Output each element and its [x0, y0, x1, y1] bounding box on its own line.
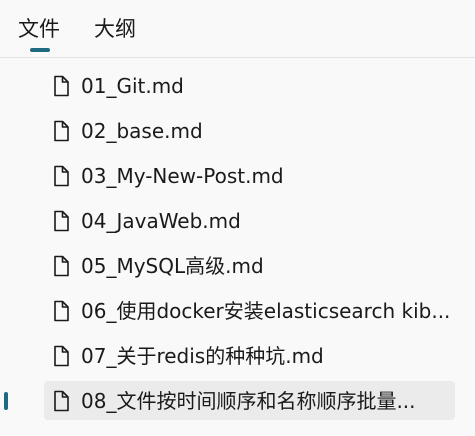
active-file-indicator — [4, 392, 8, 410]
tab-outline[interactable]: 大纲 — [94, 15, 136, 43]
file-name: 01_Git.md — [81, 74, 184, 98]
file-name: 03_My-New-Post.md — [81, 164, 284, 188]
file-icon — [54, 75, 69, 97]
file-explorer-panel: 文件 大纲 01_Git.md 02_base.md 03_My-New-Pos… — [0, 0, 475, 436]
file-icon — [54, 345, 69, 367]
file-name: 02_base.md — [81, 119, 203, 143]
sidebar-tabs: 文件 大纲 — [0, 0, 475, 57]
tab-files[interactable]: 文件 — [18, 15, 60, 43]
file-item[interactable]: 04_JavaWeb.md — [0, 198, 475, 243]
file-list: 01_Git.md 02_base.md 03_My-New-Post.md 0… — [0, 63, 475, 423]
file-icon — [54, 210, 69, 232]
file-name: 08_文件按时间顺序和名称顺序批量... — [81, 389, 416, 413]
file-item[interactable]: 05_MySQL高级.md — [0, 243, 475, 288]
file-icon — [54, 390, 69, 412]
file-item[interactable]: 07_关于redis的种种坑.md — [0, 333, 475, 378]
tabs-divider — [0, 57, 475, 58]
file-icon — [54, 255, 69, 277]
file-icon — [54, 165, 69, 187]
file-item[interactable]: 01_Git.md — [0, 63, 475, 108]
file-name: 07_关于redis的种种坑.md — [81, 344, 324, 368]
file-item[interactable]: 06_使用docker安装elasticsearch kib... — [0, 288, 475, 333]
file-icon — [54, 120, 69, 142]
file-item[interactable]: 03_My-New-Post.md — [0, 153, 475, 198]
file-item[interactable]: 02_base.md — [0, 108, 475, 153]
file-name: 06_使用docker安装elasticsearch kib... — [81, 299, 451, 323]
file-icon — [54, 300, 69, 322]
file-name: 04_JavaWeb.md — [81, 209, 241, 233]
file-item-selected[interactable]: 08_文件按时间顺序和名称顺序批量... — [0, 378, 475, 423]
active-tab-indicator — [30, 48, 50, 52]
file-name: 05_MySQL高级.md — [81, 254, 264, 278]
